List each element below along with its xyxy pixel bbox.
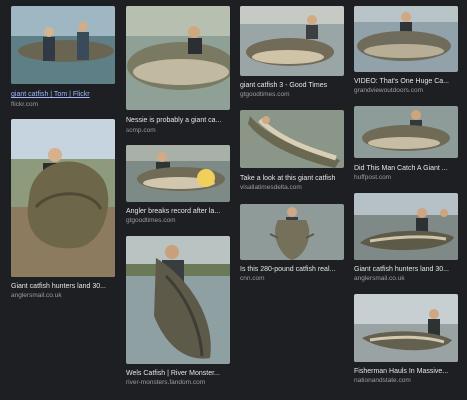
result-card-5[interactable]: Giant catfish hunters land 30... anglers…: [11, 119, 115, 304]
result-image[interactable]: [11, 119, 115, 277]
result-image[interactable]: [240, 110, 344, 168]
result-card-8[interactable]: Did This Man Catch A Giant ... huffpost.…: [354, 106, 458, 186]
result-card-10[interactable]: Giant catfish hunters land 30... anglers…: [354, 193, 458, 286]
result-source: scmp.com: [126, 127, 156, 134]
result-title[interactable]: Take a look at this giant catfish: [240, 174, 344, 183]
result-image[interactable]: [126, 145, 230, 202]
result-card-3[interactable]: giant catfish 3 - Good Times gtgoodtimes…: [240, 6, 344, 103]
result-source: anglersmail.co.uk: [11, 292, 62, 299]
result-title[interactable]: Did This Man Catch A Giant ...: [354, 164, 458, 173]
result-card-12[interactable]: Fisherman Hauls In Massive... nationands…: [354, 294, 458, 388]
result-source: anglersmail.co.uk: [354, 275, 405, 282]
result-image[interactable]: [354, 294, 458, 362]
result-source: flickr.com: [11, 101, 39, 108]
result-image[interactable]: [240, 204, 344, 260]
result-title[interactable]: giant catfish 3 - Good Times: [240, 81, 344, 90]
result-title[interactable]: Fisherman Hauls In Massive...: [354, 367, 458, 376]
result-source: gtgoodtimes.com: [240, 91, 290, 98]
result-source: nationandstate.com: [354, 377, 411, 384]
result-title[interactable]: Angler breaks record after la...: [126, 207, 230, 216]
result-title[interactable]: Is this 280-pound catfish real...: [240, 265, 344, 274]
result-image[interactable]: [354, 193, 458, 260]
result-card-6[interactable]: Angler breaks record after la... gtgoodt…: [126, 145, 230, 230]
result-card-4[interactable]: VIDEO: That's One Huge Ca... grandviewou…: [354, 6, 458, 98]
result-source: grandviewoutdoors.com: [354, 87, 424, 94]
result-source: visallatimesdelta.com: [240, 184, 302, 191]
result-card-7[interactable]: Take a look at this giant catfish visall…: [240, 110, 344, 196]
result-image[interactable]: [354, 6, 458, 72]
result-card-11[interactable]: Wels Catfish | River Monster... river-mo…: [126, 236, 230, 390]
result-title[interactable]: Wels Catfish | River Monster...: [126, 369, 230, 378]
result-title[interactable]: Nessie is probably a giant ca...: [126, 116, 230, 125]
result-card-2[interactable]: Nessie is probably a giant ca... scmp.co…: [126, 6, 230, 137]
result-source: cnn.com: [240, 275, 265, 282]
result-image[interactable]: [240, 6, 344, 76]
result-image[interactable]: [126, 236, 230, 364]
result-title[interactable]: VIDEO: That's One Huge Ca...: [354, 77, 458, 86]
result-title[interactable]: giant catfish | Tom | Flickr: [11, 90, 115, 99]
result-title[interactable]: Giant catfish hunters land 30...: [354, 265, 458, 274]
result-source: river-monsters.fandom.com: [126, 379, 206, 386]
result-image[interactable]: [354, 106, 458, 158]
result-image[interactable]: [11, 6, 115, 84]
result-card-9[interactable]: Is this 280-pound catfish real... cnn.co…: [240, 204, 344, 287]
result-image[interactable]: [126, 6, 230, 110]
result-source: gtgoodtimes.com: [126, 217, 176, 224]
result-card-1[interactable]: giant catfish | Tom | Flickr flickr.com: [11, 6, 115, 114]
result-source: huffpost.com: [354, 174, 392, 181]
result-title[interactable]: Giant catfish hunters land 30...: [11, 282, 115, 291]
